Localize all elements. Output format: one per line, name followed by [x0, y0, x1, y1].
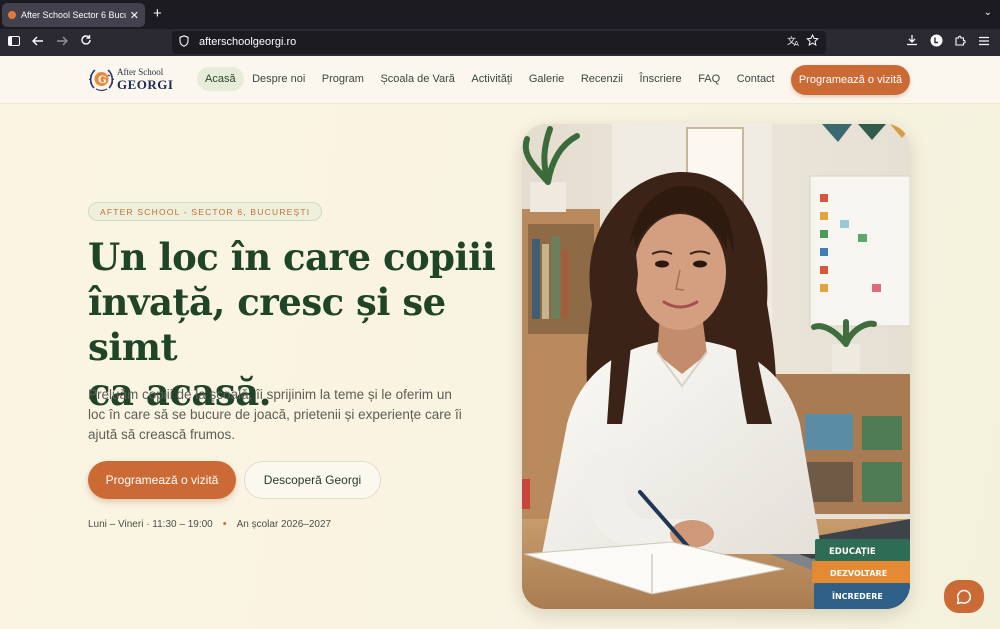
discover-georgi-button[interactable]: Descoperă Georgi: [244, 461, 381, 499]
hero-eyebrow-badge: AFTER SCHOOL - SECTOR 6, BUCUREȘTI: [88, 202, 323, 221]
school-year-text: An școlar 2026–2027: [236, 518, 332, 530]
reload-icon[interactable]: [78, 34, 94, 50]
close-tab-icon[interactable]: ✕: [130, 9, 139, 22]
logo-crest-icon: G: [88, 69, 115, 92]
translate-icon[interactable]: 文A: [787, 35, 800, 50]
browser-tab-bar: After School Sector 6 Bucureşti ✕ + ⌄: [0, 0, 1000, 29]
nav-item-despre-noi[interactable]: Despre noi: [244, 67, 313, 91]
svg-text:A: A: [794, 40, 799, 47]
hero-meta: Luni – Vineri · 11:30 – 19:00 • An școla…: [88, 518, 331, 530]
hero-teacher-photo: EDUCAȚIE DEZVOLTARE ÎNCREDERE: [522, 124, 910, 609]
account-icon[interactable]: [928, 34, 944, 51]
back-icon[interactable]: [30, 34, 46, 50]
book-label-dezvoltare: DEZVOLTARE: [830, 569, 887, 578]
nav-item-contact[interactable]: Contact: [729, 67, 783, 91]
new-tab-button[interactable]: +: [153, 6, 162, 22]
nav-item-activitati[interactable]: Activități: [463, 67, 520, 91]
shield-icon[interactable]: [179, 35, 189, 50]
nav-item-galerie[interactable]: Galerie: [521, 67, 572, 91]
nav-item-inscriere[interactable]: Înscriere: [632, 67, 690, 91]
hero-lead-text: Preluăm copiii de la școală, îi sprijini…: [88, 387, 462, 442]
logo-line-2: GEORGI: [117, 77, 174, 92]
browser-tab[interactable]: After School Sector 6 Bucureşti ✕: [2, 3, 145, 27]
site-header: G After School GEORGI Acasă Despre noi P…: [0, 56, 1000, 104]
meta-separator: •: [222, 518, 227, 530]
hero-title-line-2: învață, cresc și se simt: [88, 280, 446, 369]
chat-icon: [956, 589, 972, 604]
book-label-incredere: ÎNCREDERE: [832, 590, 883, 601]
chat-bubble-button[interactable]: [944, 580, 984, 613]
browser-navigation-bar: afterschoolgeorgi.ro 文A: [0, 29, 1000, 56]
logo-line-1: After School: [117, 67, 164, 77]
schedule-text: Luni – Vineri · 11:30 – 19:00: [88, 518, 213, 530]
nav-item-scoala-de-vara[interactable]: Școala de Vară: [372, 67, 462, 91]
star-icon[interactable]: [806, 33, 819, 50]
address-bar[interactable]: afterschoolgeorgi.ro 文A: [172, 31, 826, 54]
main-navigation: Acasă Despre noi Program Școala de Vară …: [197, 67, 783, 91]
hero-section: AFTER SCHOOL - SECTOR 6, BUCUREȘTI Un lo…: [0, 104, 1000, 629]
download-icon[interactable]: [904, 34, 920, 50]
tab-list-chevron-down-icon[interactable]: ⌄: [984, 7, 992, 18]
extensions-icon[interactable]: [952, 34, 968, 50]
hero-title-line-1: Un loc în care copiii: [88, 235, 496, 279]
nav-item-acasa[interactable]: Acasă: [197, 67, 244, 91]
svg-text:G: G: [98, 75, 107, 86]
book-label-educatie: EDUCAȚIE: [829, 547, 876, 557]
nav-item-program[interactable]: Program: [314, 67, 372, 91]
favicon-icon: [8, 11, 16, 19]
site-logo[interactable]: G After School GEORGI: [88, 64, 173, 96]
sidebar-icon[interactable]: [6, 34, 22, 50]
tab-title: After School Sector 6 Bucureşti: [21, 10, 126, 20]
header-schedule-visit-button[interactable]: Programează o vizită: [791, 65, 910, 95]
nav-item-faq[interactable]: FAQ: [690, 67, 728, 91]
menu-icon[interactable]: [976, 34, 992, 50]
url-text[interactable]: afterschoolgeorgi.ro: [199, 36, 296, 48]
forward-icon[interactable]: [54, 34, 70, 50]
nav-item-recenzii[interactable]: Recenzii: [573, 67, 631, 91]
schedule-visit-button[interactable]: Programează o vizită: [88, 461, 236, 499]
